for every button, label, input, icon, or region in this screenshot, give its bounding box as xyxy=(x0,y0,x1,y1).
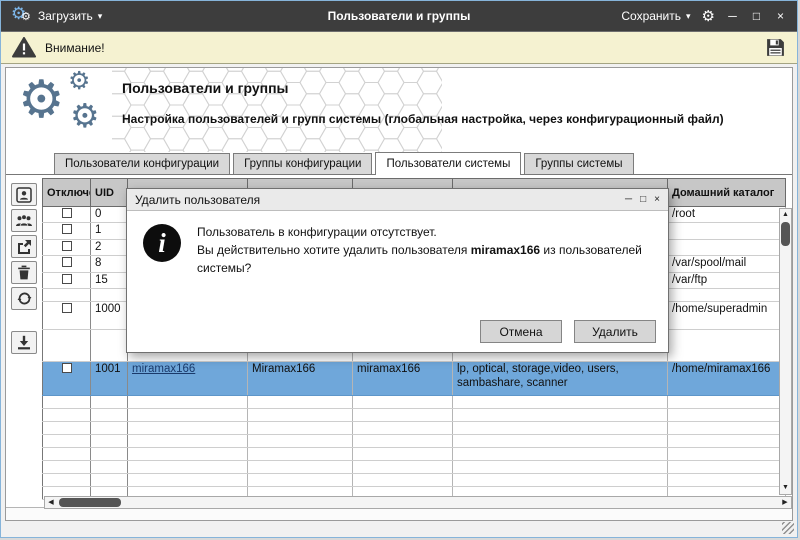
trash-icon xyxy=(17,265,31,280)
scroll-up-icon[interactable]: ▲ xyxy=(780,209,791,221)
dialog-minimize-button[interactable]: ─ xyxy=(625,194,632,205)
disable-checkbox[interactable] xyxy=(62,274,72,284)
download-button[interactable] xyxy=(11,331,37,354)
disable-checkbox[interactable] xyxy=(62,363,72,373)
confirm-delete-button[interactable]: Удалить xyxy=(574,320,656,343)
delete-button[interactable] xyxy=(11,261,37,284)
cell-uid: 2 xyxy=(91,239,128,255)
table-row-empty xyxy=(43,395,786,408)
horizontal-scroll-thumb[interactable] xyxy=(59,498,121,507)
disable-checkbox[interactable] xyxy=(62,303,72,313)
scroll-left-icon[interactable]: ◀ xyxy=(45,497,57,508)
export-button[interactable] xyxy=(11,235,37,258)
page-subtitle: Настройка пользователей и групп системы … xyxy=(122,112,787,126)
dialog-close-button[interactable]: × xyxy=(654,194,660,205)
cell-uid: 1001 xyxy=(91,361,128,395)
scroll-down-icon[interactable]: ▼ xyxy=(780,482,791,494)
users-group-button[interactable] xyxy=(11,209,37,232)
cell-uid: 0 xyxy=(91,207,128,223)
dialog-maximize-button[interactable]: □ xyxy=(640,194,646,205)
user-login-link[interactable]: miramax166 xyxy=(132,363,195,375)
refresh-icon xyxy=(17,291,32,306)
cell-home: /home/superadmin xyxy=(668,301,786,329)
cell-uid: 15 xyxy=(91,272,128,288)
tab-config-users[interactable]: Пользователи конфигурации xyxy=(54,153,230,174)
disable-checkbox[interactable] xyxy=(62,257,72,267)
col-uid[interactable]: UID xyxy=(91,179,128,207)
tab-system-users[interactable]: Пользователи системы xyxy=(375,152,521,175)
dialog-message: Пользователь в конфигурации отсутствует.… xyxy=(197,223,665,277)
cell-home: /root xyxy=(668,207,786,223)
cell-fullname: Miramax166 xyxy=(248,361,353,395)
warning-triangle-icon xyxy=(12,37,36,58)
refresh-button[interactable] xyxy=(11,287,37,310)
scroll-right-icon[interactable]: ▶ xyxy=(779,497,791,508)
warning-label: Внимание! xyxy=(45,41,105,55)
cell-home xyxy=(668,239,786,255)
settings-gear-icon[interactable]: ⚙ xyxy=(702,7,715,25)
chevron-down-icon: ▾ xyxy=(98,11,103,22)
cancel-button[interactable]: Отмена xyxy=(480,320,562,343)
cell-home: /var/ftp xyxy=(668,272,786,288)
load-menu-button[interactable]: Загрузить ▾ xyxy=(38,9,102,23)
col-disabled[interactable]: Отключен xyxy=(43,179,91,207)
save-file-icon[interactable] xyxy=(765,37,786,58)
disable-checkbox[interactable] xyxy=(62,241,72,251)
disable-checkbox[interactable] xyxy=(62,224,72,234)
disable-checkbox[interactable] xyxy=(62,208,72,218)
cell-uid: 1000 xyxy=(91,301,128,329)
tab-config-groups[interactable]: Группы конфигурации xyxy=(233,153,372,174)
add-user-icon xyxy=(16,187,32,203)
dialog-message-line2: Вы действительно хотите удалить пользова… xyxy=(197,241,665,277)
resize-grip[interactable] xyxy=(782,522,794,534)
close-button[interactable]: × xyxy=(774,9,787,23)
save-menu-button[interactable]: Сохранить ▾ xyxy=(621,9,690,23)
dialog-title: Удалить пользователя xyxy=(135,193,625,207)
app-gears-icon: ⚙⚙ xyxy=(11,5,31,27)
info-icon: i xyxy=(143,224,181,262)
chevron-down-icon: ▾ xyxy=(686,11,691,22)
maximize-button[interactable]: □ xyxy=(750,9,763,23)
cell-home: /var/spool/mail xyxy=(668,256,786,272)
table-row-empty xyxy=(43,408,786,421)
content-panel: ⚙ ⚙ ⚙ Пользователи и группы Настройка по… xyxy=(5,67,793,521)
vertical-scrollbar[interactable]: ▲ ▼ xyxy=(779,208,792,495)
vertical-scroll-thumb[interactable] xyxy=(781,222,790,246)
page-header: ⚙ ⚙ ⚙ Пользователи и группы Настройка по… xyxy=(6,68,792,152)
page-title: Пользователи и группы xyxy=(122,80,289,96)
table-row-empty xyxy=(43,447,786,460)
cell-home: /home/miramax166 xyxy=(668,361,786,395)
dialog-username: miramax166 xyxy=(471,243,540,257)
side-toolbar xyxy=(6,175,42,513)
app-window: Пользователи и группы ⚙⚙ Загрузить ▾ Сох… xyxy=(0,0,798,538)
download-icon xyxy=(17,335,31,350)
table-row-selected[interactable]: 1001 miramax166 Miramax166 miramax166 lp… xyxy=(43,361,786,395)
dialog-titlebar: Удалить пользователя ─ □ × xyxy=(127,189,668,211)
cell-home xyxy=(668,223,786,239)
gears-logo-icon: ⚙ ⚙ ⚙ xyxy=(18,70,118,150)
users-group-icon xyxy=(15,214,33,228)
warning-bar: Внимание! xyxy=(1,31,797,64)
cell-group: miramax166 xyxy=(353,361,453,395)
minimize-button[interactable]: ─ xyxy=(726,9,739,23)
horizontal-scrollbar[interactable]: ◀ ▶ xyxy=(44,496,792,509)
table-row-empty xyxy=(43,421,786,434)
cell-uid: 8 xyxy=(91,256,128,272)
table-row-empty xyxy=(43,473,786,486)
cell-uid: 1 xyxy=(91,223,128,239)
titlebar: Пользователи и группы ⚙⚙ Загрузить ▾ Сох… xyxy=(1,1,797,31)
cell-groups: lp, optical, storage,video, users, samba… xyxy=(453,361,668,395)
table-row-empty xyxy=(43,434,786,447)
delete-user-dialog: Удалить пользователя ─ □ × i Пользовател… xyxy=(126,188,669,353)
add-user-button[interactable] xyxy=(11,183,37,206)
tab-system-groups[interactable]: Группы системы xyxy=(524,153,633,174)
dialog-message-line1: Пользователь в конфигурации отсутствует. xyxy=(197,223,665,241)
export-icon xyxy=(16,239,32,254)
table-row-empty xyxy=(43,460,786,473)
col-home[interactable]: Домашний каталог xyxy=(668,179,786,207)
tab-bar: Пользователи конфигурации Группы конфигу… xyxy=(6,152,792,175)
